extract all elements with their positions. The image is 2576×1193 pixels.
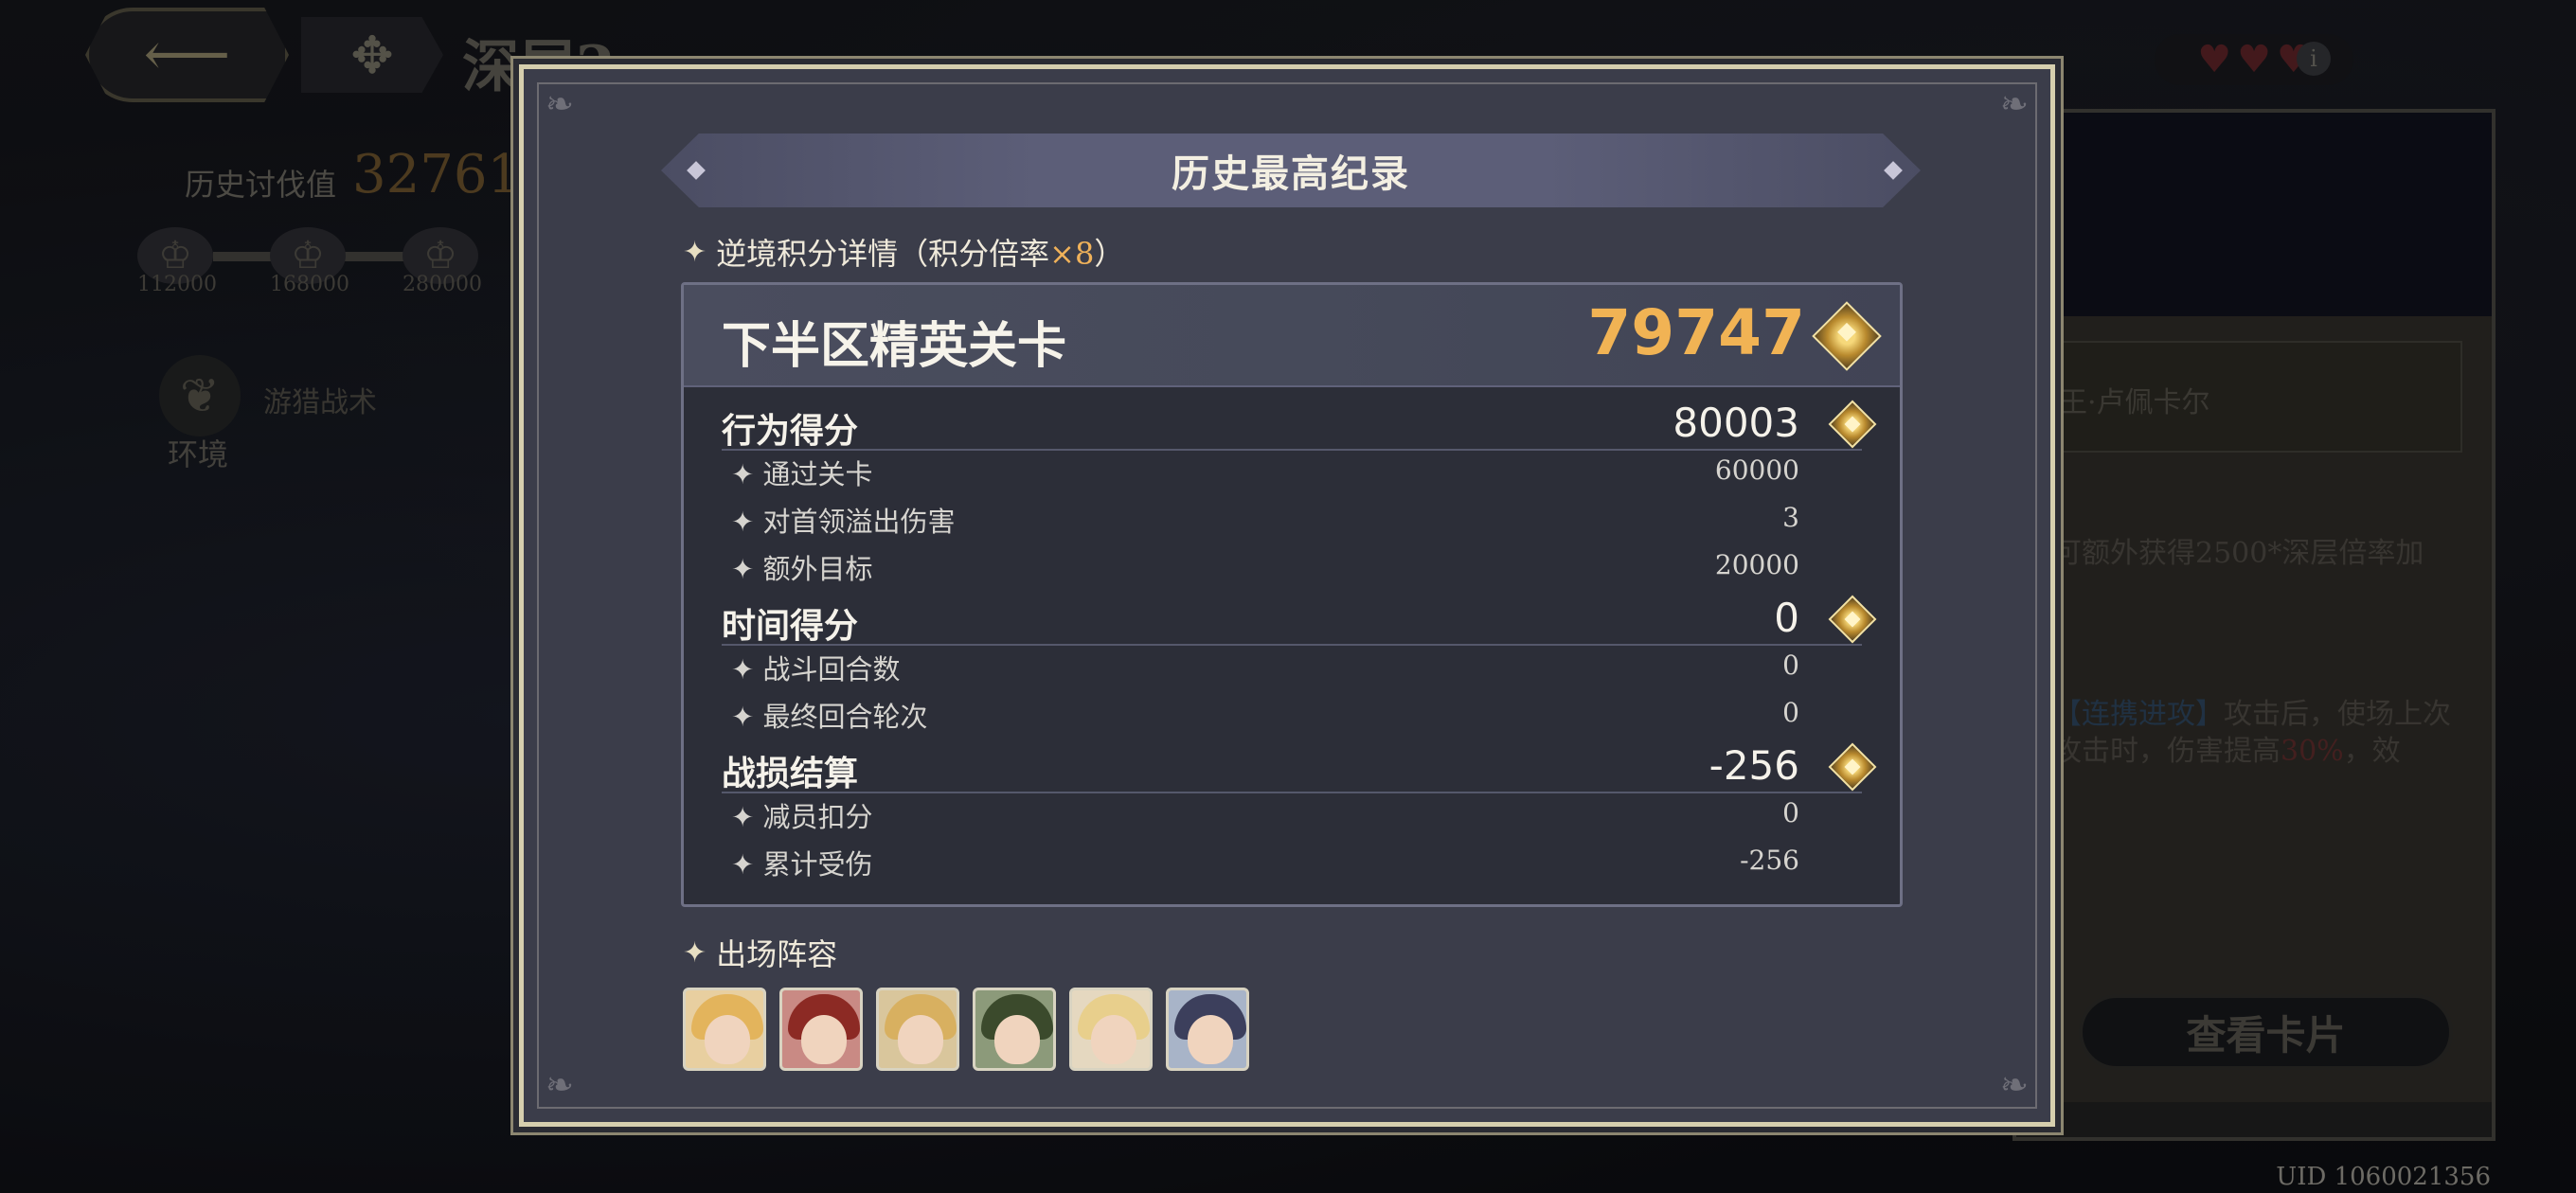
corner-ornament-icon: ❧: [1999, 1066, 2030, 1105]
score-gem-icon: [1812, 301, 1882, 371]
detail-header-close: ）: [1094, 236, 1125, 272]
score-multiplier: ×8: [1049, 236, 1095, 272]
score-item-row: ✦ 通过关卡 60000: [722, 453, 1862, 500]
score-gem-icon: [1828, 595, 1877, 644]
category-value: 0: [1774, 595, 1799, 641]
sparkle-icon: ✦: [683, 235, 707, 269]
history-record-modal: ❧ ❧ ❧ ❧ 历史最高纪录 ✦ 逆境积分详情（积分倍率×8） 下半区精英关卡 …: [519, 64, 2055, 1127]
score-item-label-text: 累计受伤: [762, 848, 873, 881]
score-item-label: ✦ 累计受伤: [731, 843, 873, 882]
score-item-label: ✦ 战斗回合数: [731, 648, 901, 687]
sparkle-icon: ✦: [731, 848, 763, 881]
score-item-value: 0: [1782, 697, 1799, 728]
title-banner: 历史最高纪录: [661, 134, 1921, 207]
character-portrait-redhead-icon[interactable]: [779, 988, 863, 1071]
score-item-label-text: 最终回合轮次: [762, 701, 928, 733]
score-detail-header: ✦ 逆境积分详情（积分倍率×8）: [683, 230, 1124, 274]
character-portrait-blonde-icon[interactable]: [683, 988, 766, 1071]
sparkle-icon: ✦: [731, 653, 763, 686]
category-label: 战损结算: [722, 754, 859, 793]
score-item-row: ✦ 额外目标 20000: [722, 547, 1862, 595]
portrait-face: [1091, 1015, 1136, 1064]
character-portrait-pale-blonde-icon[interactable]: [1069, 988, 1153, 1071]
portrait-face: [994, 1015, 1040, 1064]
lineup-avatars: [683, 988, 1249, 1071]
lineup-header: ✦ 出场阵容: [683, 931, 837, 974]
score-item-row: ✦ 战斗回合数 0: [722, 648, 1862, 695]
modal-title: 历史最高纪录: [1172, 151, 1410, 196]
score-item-row: ✦ 最终回合轮次 0: [722, 695, 1862, 742]
score-detail-box: 下半区精英关卡 79747 行为得分 80003 ✦ 通过关卡 60000 ✦ 对首领溢…: [681, 282, 1903, 907]
score-category-row: 行为得分 80003: [722, 400, 1877, 451]
stage-header: 下半区精英关卡 79747: [684, 285, 1900, 387]
score-item-value: -256: [1740, 845, 1799, 876]
lineup-header-text: 出场阵容: [716, 936, 838, 972]
category-label: 时间得分: [722, 606, 859, 646]
category-value: 80003: [1673, 400, 1799, 446]
score-item-label-text: 减员扣分: [762, 801, 873, 833]
score-item-row: ✦ 对首领溢出伤害 3: [722, 500, 1862, 547]
sparkle-icon: ✦: [731, 701, 763, 733]
corner-ornament-icon: ❧: [1999, 85, 2030, 124]
score-gem-icon: [1828, 400, 1877, 449]
sparkle-icon: ✦: [731, 801, 763, 833]
score-item-value: 0: [1782, 650, 1799, 681]
corner-ornament-icon: ❧: [545, 1066, 575, 1105]
score-item-value: 3: [1782, 502, 1799, 533]
score-item-row: ✦ 减员扣分 0: [722, 795, 1862, 843]
score-item-label-text: 战斗回合数: [762, 653, 901, 686]
category-label: 行为得分: [722, 411, 859, 451]
score-category-row: 战损结算 -256: [722, 742, 1877, 793]
sparkle-icon: ✦: [683, 935, 707, 970]
portrait-face: [1188, 1015, 1233, 1064]
sparkle-icon: ✦: [731, 458, 763, 490]
score-item-label: ✦ 对首领溢出伤害: [731, 500, 956, 540]
portrait-face: [705, 1015, 750, 1064]
score-item-label-text: 额外目标: [762, 553, 873, 585]
category-value: -256: [1708, 742, 1799, 789]
sparkle-icon: ✦: [731, 553, 763, 585]
score-item-label: ✦ 通过关卡: [731, 453, 873, 492]
character-portrait-darkgreen-icon[interactable]: [973, 988, 1056, 1071]
sparkle-icon: ✦: [731, 506, 763, 538]
portrait-face: [898, 1015, 943, 1064]
score-item-label-text: 通过关卡: [762, 458, 873, 490]
score-item-value: 60000: [1714, 454, 1799, 486]
stage-total-score: 79747: [1587, 296, 1805, 369]
score-item-label: ✦ 最终回合轮次: [731, 695, 928, 735]
score-item-value: 20000: [1714, 549, 1799, 580]
corner-ornament-icon: ❧: [545, 85, 575, 124]
score-item-row: ✦ 累计受伤 -256: [722, 843, 1862, 890]
score-item-label-text: 对首领溢出伤害: [762, 506, 956, 538]
detail-header-text: 逆境积分详情（积分倍率: [716, 236, 1050, 272]
stage-name: 下半区精英关卡: [722, 317, 1067, 375]
character-portrait-navy-icon[interactable]: [1166, 988, 1249, 1071]
score-item-label: ✦ 额外目标: [731, 547, 873, 587]
score-gem-icon: [1828, 742, 1877, 792]
character-portrait-golden-icon[interactable]: [876, 988, 959, 1071]
portrait-face: [801, 1015, 847, 1064]
score-item-label: ✦ 减员扣分: [731, 795, 873, 835]
score-category-row: 时间得分 0: [722, 595, 1877, 646]
score-item-value: 0: [1782, 797, 1799, 828]
